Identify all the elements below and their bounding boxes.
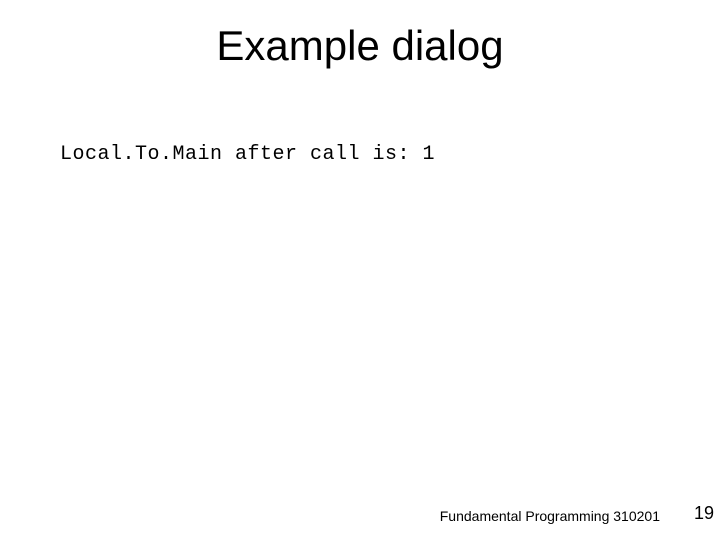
slide: Example dialog Local.To.Main after call … [0, 0, 720, 540]
page-number: 19 [694, 503, 714, 524]
footer-course-text: Fundamental Programming 310201 [440, 508, 660, 524]
slide-body-text: Local.To.Main after call is: 1 [60, 143, 435, 166]
slide-title: Example dialog [0, 22, 720, 70]
